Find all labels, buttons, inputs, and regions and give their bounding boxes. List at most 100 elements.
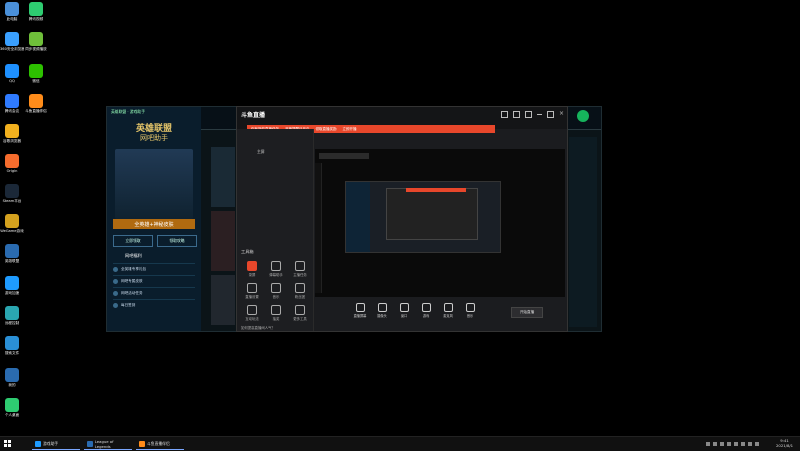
tool-button[interactable]: 弹幕助手 [265,261,287,277]
desktop-icon[interactable]: 远程控制 [0,306,24,325]
taskbar-app-icon [139,440,145,447]
tool-button[interactable]: 更多工具 [289,305,311,321]
promo-banner: 全英雄+神秘皮肤 [113,219,195,229]
desktop-icon[interactable]: 谷歌浏览器 [0,124,24,143]
desktop-icon[interactable]: 我的 [0,368,24,387]
task-icon [295,261,305,271]
tool-button[interactable]: 录屏 [241,261,263,277]
desktop-icon[interactable]: 搜索文件 [0,336,24,355]
desktop-icon-label: 360安全浏览器 [0,47,24,51]
play-button[interactable] [577,110,589,122]
app-icon [5,2,19,16]
desktop-icon[interactable]: 英雄联盟 [0,244,24,263]
source-label: 游戏 [422,314,430,318]
desktop-icon[interactable]: Origin [0,154,24,173]
taskbar: 游戏助手 League of Legends 斗鱼直播伴侣 9:41 2021/8/… [0,436,800,451]
app-icon [5,336,19,350]
maximize-icon[interactable] [547,111,554,118]
lol-helper-panel: 英雄联盟 · 游戏助手 英雄联盟 网吧助手 全英雄+神秘皮肤 立即领取 领取攻略… [107,107,201,331]
list-item-label: 每日签到 [121,303,136,307]
list-item[interactable]: 网吧专属皮肤 [113,275,195,287]
desktop-icon[interactable]: 腾讯会议 [0,94,24,113]
footer-tip[interactable]: 如何提高直播间人气？ [241,325,275,330]
scene-label[interactable]: 主屏 [257,149,265,155]
start-live-button[interactable]: 开始直播 [511,307,543,318]
tray-icon[interactable] [706,442,710,446]
desktop-icon-label: 腾讯视频 [28,17,44,21]
tool-label: 音乐 [272,295,280,299]
desktop-icon[interactable]: QQ [0,64,24,83]
desktop-icon[interactable]: 360安全浏览器 [0,32,24,51]
message-icon[interactable] [513,111,520,118]
app-icon [29,94,43,108]
tray-icon[interactable] [741,442,745,446]
desktop-icon[interactable]: 微信 [24,64,48,83]
tray-icon[interactable] [748,442,752,446]
source-button[interactable]: 音乐 [461,303,479,318]
desktop-icon-label: 远程控制 [4,321,20,325]
desktop-icon[interactable]: 个人桌面 [0,398,24,417]
minimize-icon[interactable] [537,114,542,115]
lol-reward-list: 全英雄专享礼包网吧专属皮肤 网吧活动任务每日签到 [113,263,195,311]
taskbar-item[interactable]: League of Legends [84,438,132,450]
source-button[interactable]: 游戏 [417,303,435,318]
desktop-icon-label: 我的 [8,383,16,387]
source-button[interactable]: 麦克风 [439,303,457,318]
desktop-icon-label: 此电脑 [6,17,18,21]
skin-icon[interactable] [525,111,532,118]
taskbar-item-label: League of Legends [94,438,114,449]
desktop-icon-label: 斗鱼直播伴侣 [25,109,47,113]
list-item[interactable]: 全英雄专享礼包 [113,263,195,275]
tray-icon[interactable] [734,442,738,446]
screen-icon [355,303,365,312]
taskbar-item[interactable]: 斗鱼直播伴侣 [136,438,184,450]
list-item[interactable]: 每日签到 [113,299,195,311]
source-button[interactable]: 直播屏幕 [351,303,369,318]
lol-window-title: 英雄联盟 · 游戏助手 [111,109,145,114]
source-label: 摄像头 [377,314,387,318]
tool-button[interactable]: 抽奖 [265,305,287,321]
desktop-icon[interactable]: 同步视频播放 [24,32,48,51]
tool-button[interactable]: 粉丝团 [289,283,311,299]
app-icon [5,276,19,290]
tray-icon[interactable] [755,442,759,446]
guide-button[interactable]: 领取攻略 [157,235,197,247]
desktop-icon[interactable]: 斗鱼直播伴侣 [24,94,48,113]
desktop-icon[interactable]: 此电脑 [0,2,24,21]
system-tray [706,438,759,446]
source-label: 窗口 [400,314,408,318]
tray-icon[interactable] [727,442,731,446]
clock-date: 2021/8/1 [776,443,794,448]
desktop-icon[interactable]: 游戏加速 [0,276,24,295]
list-item-label: 全英雄专享礼包 [121,267,147,271]
clock[interactable]: 9:41 2021/8/1 [776,438,793,448]
settings-icon[interactable] [501,111,508,118]
claim-button[interactable]: 立即领取 [113,235,153,247]
close-icon[interactable]: × [559,111,564,118]
desktop-icon-label: 同步视频播放 [25,47,47,51]
lol-champion-tile [211,147,235,207]
tool-button[interactable]: 直播设置 [241,283,263,299]
desktop-icon[interactable]: Steam平台 [0,184,24,203]
app-icon [5,184,19,198]
tray-icon[interactable] [720,442,724,446]
desktop-icon-label: 谷歌浏览器 [3,139,21,143]
windows-start-icon[interactable] [4,440,11,447]
tool-button[interactable]: 主播任务 [289,261,311,277]
tray-icon[interactable] [713,442,717,446]
list-item[interactable]: 网吧活动任务 [113,287,195,299]
source-toolbar: 直播屏幕 摄像头 窗口 游戏 麦克风 音乐 开始直播 [315,297,565,331]
desktop-icon-label: 英雄联盟 [4,259,20,263]
fans-icon [295,283,305,293]
source-button[interactable]: 窗口 [395,303,413,318]
streaming-app-window[interactable]: 斗鱼直播 × 你有新的直播任务 开播提醒已开启 领取直播奖励 立即开播 主屏 工… [236,106,568,332]
source-button[interactable]: 摄像头 [373,303,391,318]
nested-app [386,188,478,240]
tool-button[interactable]: 互动玩法 [241,305,263,321]
tool-button[interactable]: 音乐 [265,283,287,299]
tool-label: 更多工具 [293,317,307,321]
desktop-icon[interactable]: 腾讯视频 [24,2,48,21]
tool-label: 抽奖 [272,317,280,321]
taskbar-item[interactable]: 游戏助手 [32,438,80,450]
desktop-icon[interactable]: WeGame游戏 [0,214,24,233]
